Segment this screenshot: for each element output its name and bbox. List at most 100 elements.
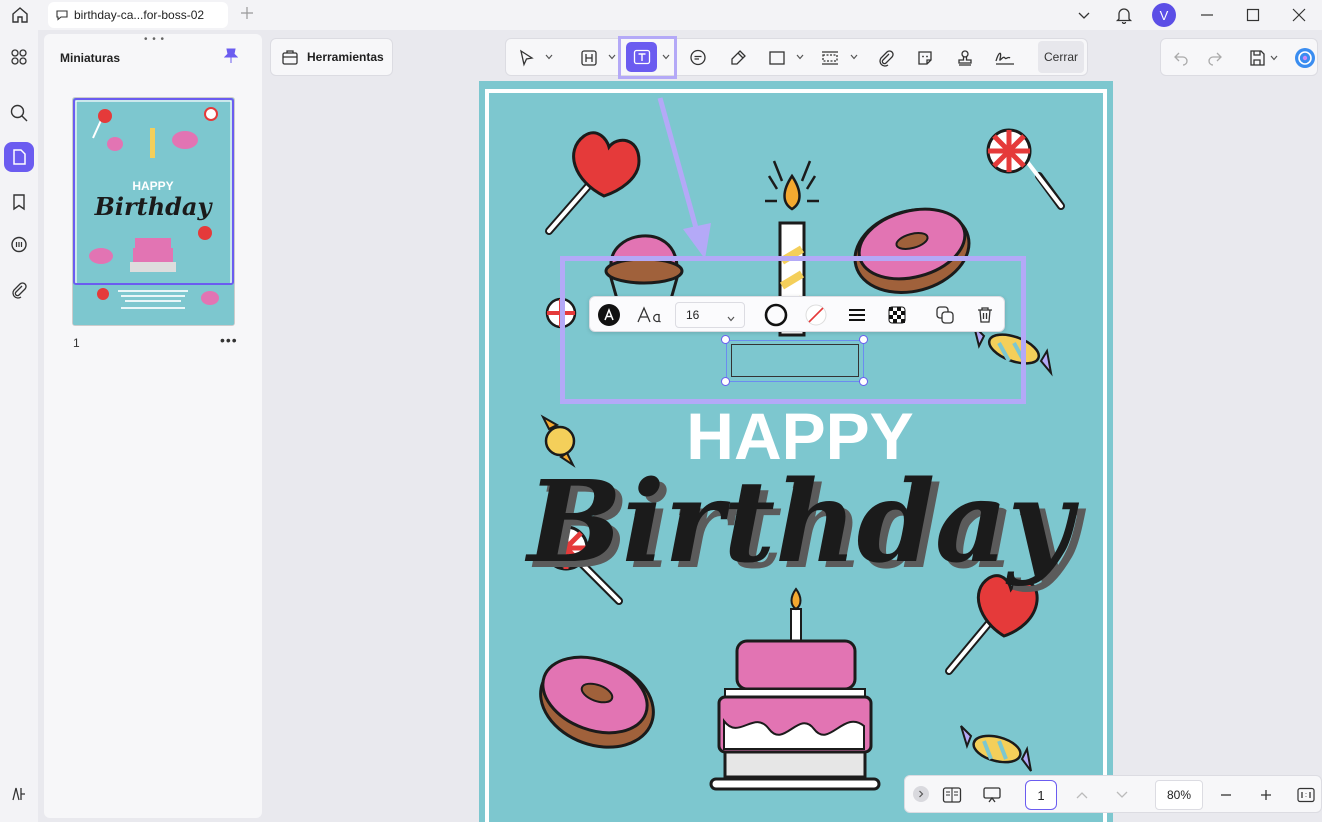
shape-tool[interactable]: [765, 46, 789, 70]
stamp-area-tool[interactable]: [818, 46, 842, 70]
opacity-button[interactable]: [885, 303, 909, 327]
panel-grip[interactable]: • • •: [144, 34, 165, 45]
text-box-tool[interactable]: [577, 46, 601, 70]
comments-icon: [11, 236, 27, 253]
thumbnail-page-number: 1: [73, 336, 80, 350]
resize-handle-top-left[interactable]: [721, 335, 730, 344]
border-color-button[interactable]: [764, 303, 788, 327]
pin-icon: [223, 48, 239, 63]
zoom-out-button[interactable]: [1215, 784, 1237, 806]
left-rail: [0, 30, 38, 822]
bell-icon: [1115, 8, 1133, 24]
area-tool-dropdown[interactable]: [850, 53, 858, 61]
ai-assistant-button[interactable]: [1293, 46, 1317, 70]
chevron-right-icon: [919, 790, 924, 798]
thumbnail-selection: [73, 98, 234, 285]
text-color-button[interactable]: [597, 303, 621, 327]
home-icon: [12, 7, 28, 23]
avatar: V: [1152, 3, 1176, 27]
comment-tool[interactable]: [686, 46, 710, 70]
zoom-level-input[interactable]: 80%: [1155, 780, 1203, 810]
page-thumbnail[interactable]: HAPPY Birthday: [72, 97, 235, 326]
resize-handle-bottom-right[interactable]: [859, 377, 868, 386]
font-button[interactable]: [636, 303, 664, 327]
page-number-input[interactable]: 1: [1025, 780, 1057, 810]
notifications-button[interactable]: [1104, 0, 1144, 30]
apps-grid-icon: [11, 49, 27, 65]
rail-comments-button[interactable]: [4, 230, 34, 260]
comment-icon: [56, 10, 68, 21]
new-text-box[interactable]: [731, 344, 859, 377]
user-avatar-button[interactable]: V: [1144, 0, 1184, 30]
highlighter-icon: [731, 50, 746, 65]
presentation-button[interactable]: [981, 784, 1003, 806]
chevron-down-icon: [545, 54, 553, 60]
select-tool-dropdown[interactable]: [545, 53, 553, 61]
chevron-down-icon: [727, 311, 735, 325]
select-tool[interactable]: [514, 46, 538, 70]
previous-page-button[interactable]: [1071, 784, 1093, 806]
rail-apps-button[interactable]: [4, 42, 34, 72]
rail-thumbnails-button[interactable]: [4, 142, 34, 172]
save-button[interactable]: [1245, 46, 1269, 70]
tools-button[interactable]: Herramientas: [270, 38, 393, 76]
tools-label: Herramientas: [307, 50, 384, 64]
thumbnail-more-button[interactable]: •••: [220, 332, 238, 348]
close-window-button[interactable]: [1276, 0, 1322, 30]
rail-search-button[interactable]: [4, 98, 34, 128]
document-tab[interactable]: birthday-ca...for-boss-02: [48, 2, 228, 28]
ai-assistant-icon: [1295, 48, 1315, 68]
actual-size-button[interactable]: [1295, 784, 1317, 806]
chevron-down-icon: [850, 54, 858, 60]
signature-tool[interactable]: [993, 46, 1017, 70]
annotation-toolbar: [505, 38, 1088, 76]
undo-button[interactable]: [1169, 46, 1193, 70]
new-tab-button[interactable]: [240, 4, 254, 25]
text-frame-icon: [581, 50, 597, 66]
font-size-select[interactable]: 16: [675, 302, 745, 328]
zoom-in-button[interactable]: [1255, 784, 1277, 806]
close-tools-button[interactable]: Cerrar: [1038, 41, 1084, 73]
align-button[interactable]: [845, 303, 869, 327]
plus-icon: [1261, 790, 1271, 800]
collapse-nav-button[interactable]: [913, 786, 929, 802]
sticker-tool[interactable]: [913, 46, 937, 70]
paperclip-icon: [12, 282, 27, 299]
highlighter-tool[interactable]: [726, 46, 750, 70]
resize-handle-top-right[interactable]: [859, 335, 868, 344]
dropdown-button[interactable]: [1064, 0, 1104, 30]
minus-icon: [1221, 794, 1231, 796]
panel-title: Miniaturas: [60, 51, 121, 65]
paperclip-icon: [879, 50, 894, 67]
text-tool-button[interactable]: [626, 42, 657, 72]
shape-tool-dropdown[interactable]: [796, 53, 804, 61]
stamp-tool[interactable]: [953, 46, 977, 70]
font-size-value: 16: [686, 308, 700, 322]
birthday-card-artwork: HAPPY Birthday Birthday: [524, 97, 1087, 791]
rail-attachments-button[interactable]: [4, 275, 34, 305]
next-page-button[interactable]: [1111, 784, 1133, 806]
home-button[interactable]: [0, 0, 40, 30]
text-box-tool-dropdown[interactable]: [608, 53, 616, 61]
delete-button[interactable]: [973, 303, 997, 327]
undo-icon: [1174, 52, 1188, 66]
redo-button[interactable]: [1203, 46, 1227, 70]
text-tool-icon: [633, 49, 650, 65]
attach-tool[interactable]: [874, 46, 898, 70]
minimize-button[interactable]: [1184, 0, 1230, 30]
rail-ai-button[interactable]: [4, 779, 34, 809]
minimize-icon: [1201, 14, 1213, 16]
redo-icon: [1208, 52, 1222, 66]
save-dropdown[interactable]: [1268, 46, 1280, 70]
title-bar: birthday-ca...for-boss-02 V: [0, 0, 1322, 30]
font-icon: [637, 306, 661, 323]
page-layout-button[interactable]: [941, 784, 963, 806]
maximize-button[interactable]: [1230, 0, 1276, 30]
duplicate-button[interactable]: [933, 303, 957, 327]
document-page[interactable]: HAPPY Birthday Birthday: [479, 81, 1113, 822]
pin-panel-button[interactable]: [223, 48, 239, 69]
fill-color-button[interactable]: [804, 303, 828, 327]
rail-bookmarks-button[interactable]: [4, 187, 34, 217]
resize-handle-bottom-left[interactable]: [721, 377, 730, 386]
actual-size-icon: [1297, 787, 1315, 803]
